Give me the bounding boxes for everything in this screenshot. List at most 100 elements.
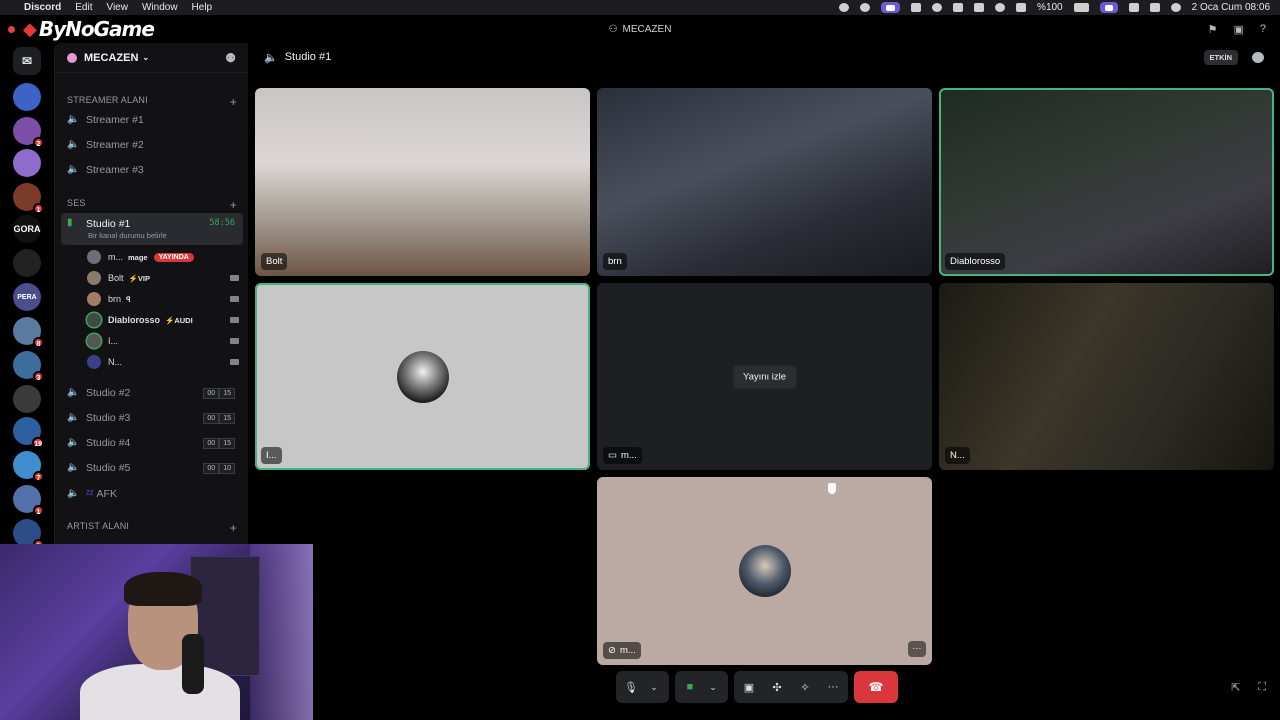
server-item[interactable] [13, 83, 41, 111]
add-channel-icon[interactable]: + [230, 521, 237, 535]
server-item[interactable] [13, 385, 41, 413]
channel-streamer-1[interactable]: 🔈 Streamer #1 [61, 109, 243, 131]
channel-studio-4[interactable]: 🔈 Studio #4 00 15 [61, 432, 243, 454]
video-tile-m[interactable]: ⊘ m... ··· [597, 477, 932, 665]
menu-app-name[interactable]: Discord [24, 2, 61, 13]
menu-view[interactable]: View [106, 2, 128, 13]
video-tile-diablorosso[interactable]: Diablorosso [939, 88, 1274, 276]
speaker-icon: 🔈 [67, 412, 80, 423]
more-options-button[interactable]: ··· [908, 641, 926, 657]
keyboard-icon[interactable] [974, 3, 985, 12]
menubar-datetime[interactable]: 2 Oca Cum 08:06 [1192, 2, 1270, 13]
menu-edit[interactable]: Edit [75, 2, 92, 13]
category-artist[interactable]: ARTIST ALANI + [67, 521, 237, 535]
media-icon[interactable] [932, 3, 943, 12]
control-center-icon[interactable] [1149, 3, 1160, 12]
phone-hangup-icon: ☎ [868, 680, 884, 694]
video-tile-n[interactable]: N... [939, 283, 1274, 470]
server-item[interactable]: 1 [13, 183, 44, 214]
video-tile-i[interactable]: I... [255, 283, 590, 470]
add-channel-icon[interactable]: + [230, 95, 237, 109]
disconnect-button[interactable]: ☎ [854, 671, 898, 703]
chevron-down-icon[interactable]: ⌄ [647, 681, 661, 693]
speaker-icon: 🔈 [67, 139, 80, 150]
siri-icon[interactable] [1170, 3, 1181, 12]
channel-streamer-3[interactable]: 🔈 Streamer #3 [61, 159, 243, 181]
flag-icon[interactable]: ⚑ [1208, 23, 1218, 36]
channel-studio-5[interactable]: 🔈 Studio #5 00 10 [61, 457, 243, 479]
menu-help[interactable]: Help [192, 2, 213, 13]
avatar [87, 250, 101, 264]
channel-status[interactable]: Bir kanal durumu belirle [88, 231, 167, 240]
chat-icon[interactable] [1252, 51, 1264, 63]
fullscreen-icon[interactable]: ⛶ [1258, 681, 1266, 694]
voice-user[interactable]: brn ꟼ [87, 289, 239, 309]
activity-badge[interactable]: ETKİN [1203, 49, 1238, 65]
chevron-down-icon[interactable]: ⌄ [706, 681, 720, 693]
microphone-icon[interactable]: 🎙 [624, 681, 638, 694]
server-item[interactable]: 1 [13, 485, 44, 516]
voice-user[interactable]: Diablorosso ⚡AUDI [87, 310, 239, 330]
channel-studio-1[interactable]: ▮ Studio #1 58:56 Bir kanal durumu belir… [61, 213, 243, 245]
battery-icon[interactable] [1073, 3, 1089, 12]
server-item[interactable]: 1 [13, 519, 44, 550]
server-name: MECAZEN [84, 51, 139, 64]
settings-icon[interactable] [1016, 3, 1027, 12]
share-screen-icon[interactable]: ▣ [742, 681, 756, 694]
server-item[interactable]: GORA [13, 215, 41, 243]
video-tile-brn[interactable]: brn [597, 88, 932, 276]
add-channel-icon[interactable]: + [230, 198, 237, 212]
stream-tile[interactable]: Yayını izle ▭ m... [597, 283, 932, 470]
star-icon[interactable] [953, 3, 964, 12]
channel-streamer-2[interactable]: 🔈 Streamer #2 [61, 134, 243, 156]
avatar [87, 334, 101, 348]
watch-stream-button[interactable]: Yayını izle [732, 365, 797, 388]
video-tile-bolt[interactable]: Bolt [255, 88, 590, 276]
obs-icon[interactable] [860, 3, 871, 12]
voice-user[interactable]: m... mage YAYINDA [87, 247, 239, 267]
server-item[interactable]: 19 [13, 417, 44, 448]
more-icon[interactable]: ··· [826, 681, 840, 693]
voice-user[interactable]: Bolt ⚡VIP [87, 268, 239, 288]
screen-share-indicator[interactable] [881, 2, 901, 13]
help-icon[interactable]: ? [1260, 23, 1266, 36]
server-header[interactable]: MECAZEN ⌄ ⚉ [55, 43, 248, 73]
server-item[interactable]: PERA [13, 283, 41, 311]
channel-studio-3[interactable]: 🔈 Studio #3 00 15 [61, 407, 243, 429]
grid-icon[interactable] [911, 3, 922, 12]
server-item[interactable]: 2 [13, 117, 44, 148]
camera-icon [230, 275, 239, 281]
invite-icon[interactable]: ⚉ [225, 51, 236, 65]
category-streamer[interactable]: STREAMER ALANI + [67, 95, 237, 109]
avatar [87, 313, 101, 327]
tile-label: Bolt [261, 253, 288, 270]
avatar [738, 545, 791, 597]
voice-user[interactable]: N... [87, 352, 239, 372]
voice-user[interactable]: I... [87, 331, 239, 351]
server-item[interactable]: 8 [13, 317, 44, 348]
call-timer: 58:56 [209, 218, 235, 228]
server-item[interactable] [13, 149, 41, 177]
server-item[interactable]: 3 [13, 351, 44, 382]
chat-icon[interactable] [1128, 3, 1139, 12]
popout-icon[interactable]: ⇱ [1231, 681, 1240, 694]
category-ses[interactable]: SES + [67, 198, 237, 212]
streamer-hair [124, 572, 202, 606]
inbox-icon[interactable]: ▣ [1233, 23, 1243, 36]
channel-afk[interactable]: 🔈 ᶻᶻ AFK [61, 483, 243, 505]
home-button[interactable]: ✉ [13, 47, 41, 75]
screen-mirror-icon[interactable] [1099, 2, 1118, 13]
activities-icon[interactable]: ✣ [770, 681, 784, 694]
search-icon[interactable] [995, 3, 1006, 12]
screen-share-icon: ▭ [608, 450, 617, 461]
chevron-down-icon: ⌄ [142, 53, 150, 62]
record-icon[interactable] [839, 3, 850, 12]
server-item[interactable]: 7 [13, 451, 44, 482]
soundboard-icon[interactable]: ✧ [798, 681, 812, 694]
channel-studio-2[interactable]: 🔈 Studio #2 00 15 [61, 382, 243, 404]
server-item[interactable] [13, 249, 41, 277]
menu-window[interactable]: Window [142, 2, 178, 13]
camera-icon[interactable]: ■ [683, 681, 697, 693]
call-actions-group: ▣ ✣ ✧ ··· [734, 671, 848, 703]
close-window-button[interactable] [8, 25, 15, 33]
